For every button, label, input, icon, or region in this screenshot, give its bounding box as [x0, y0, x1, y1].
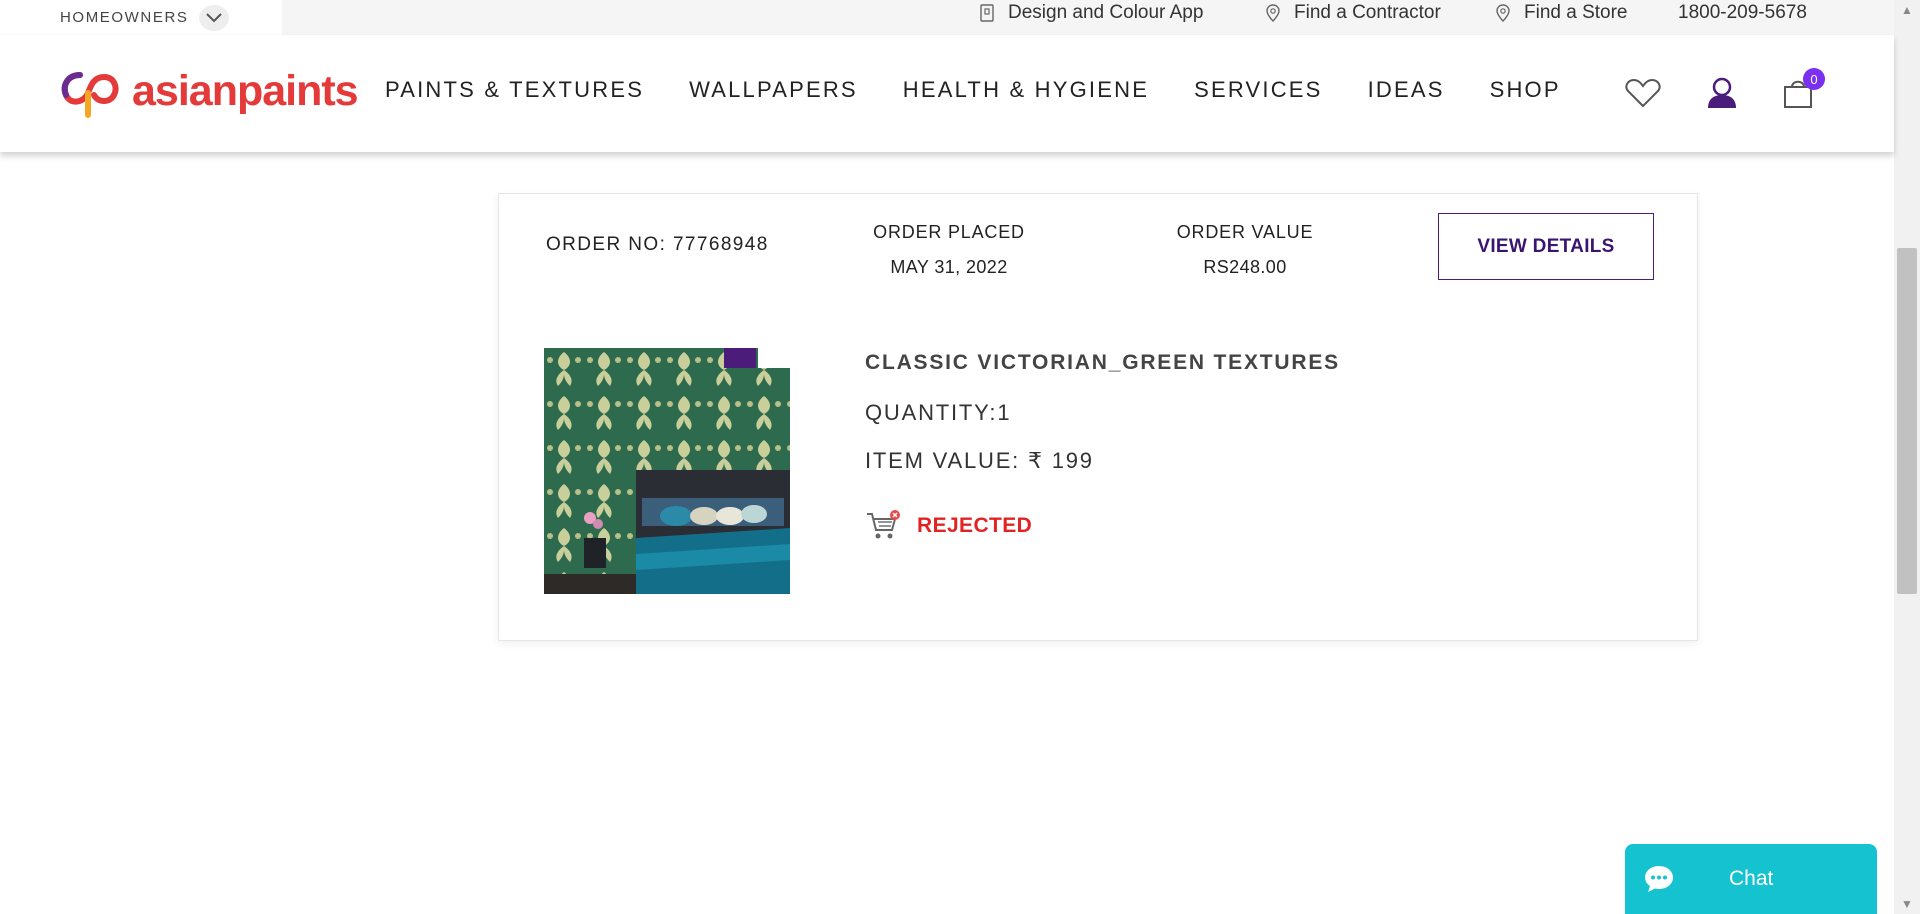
order-status: REJECTED: [865, 510, 1032, 542]
nav-shop[interactable]: SHOP: [1490, 77, 1561, 103]
brand-logo[interactable]: asianpaints: [58, 63, 359, 119]
product-title[interactable]: CLASSIC VICTORIAN_GREEN TEXTURES: [865, 351, 1340, 375]
design-app-link[interactable]: Design and Colour App: [980, 0, 1203, 26]
location-pin-icon: [1266, 4, 1280, 22]
find-contractor-link[interactable]: Find a Contractor: [1266, 0, 1441, 26]
main-header: asianpaints PAINTS & TEXTURES WALLPAPERS…: [0, 35, 1894, 152]
chat-bubble-icon: [1645, 866, 1673, 892]
order-placed-label: ORDER PLACED: [873, 222, 1025, 242]
logo-mark-icon: [61, 72, 119, 118]
segment-selector[interactable]: HOMEOWNERS: [0, 0, 282, 35]
phone-number: 1800-209-5678: [1678, 2, 1807, 23]
phone-link[interactable]: 1800-209-5678: [1678, 0, 1807, 26]
chat-label: Chat: [1729, 867, 1774, 890]
chat-button[interactable]: Chat: [1625, 844, 1877, 914]
scroll-down-icon[interactable]: ▼: [1894, 894, 1920, 914]
find-contractor-label: Find a Contractor: [1294, 2, 1441, 23]
nav-ideas[interactable]: IDEAS: [1368, 77, 1445, 103]
order-placed: ORDER PLACED MAY 31, 2022: [849, 222, 1049, 278]
status-label: REJECTED: [917, 514, 1033, 537]
order-number: ORDER NO: 77768948: [546, 234, 769, 255]
product-quantity: QUANTITY:1: [865, 400, 1012, 425]
segment-label: HOMEOWNERS: [60, 9, 189, 26]
cart-rejected-icon: [867, 510, 900, 539]
user-icon: [1708, 77, 1736, 108]
nav-wallpapers[interactable]: WALLPAPERS: [689, 77, 858, 103]
cart-count-badge: 0: [1803, 68, 1825, 90]
order-placed-value: MAY 31, 2022: [890, 257, 1008, 277]
logo-text: asianpaints: [132, 66, 359, 115]
heart-icon: [1625, 78, 1661, 108]
wishlist-button[interactable]: [1622, 72, 1664, 114]
view-details-button[interactable]: VIEW DETAILS: [1438, 213, 1654, 280]
order-value: ORDER VALUE RS248.00: [1145, 222, 1345, 278]
cart-button[interactable]: 0: [1777, 68, 1825, 114]
order-value-amount: RS248.00: [1203, 257, 1287, 277]
scrollbar-thumb[interactable]: [1897, 248, 1917, 594]
find-store-label: Find a Store: [1524, 2, 1628, 23]
nav-health-hygiene[interactable]: HEALTH & HYGIENE: [903, 77, 1149, 103]
scroll-up-icon[interactable]: ▲: [1894, 0, 1920, 20]
account-button[interactable]: [1701, 72, 1743, 114]
find-store-link[interactable]: Find a Store: [1496, 0, 1628, 26]
product-item-value: ITEM VALUE: ₹ 199: [865, 448, 1094, 473]
page-scrollbar[interactable]: ▲ ▼: [1894, 0, 1920, 914]
chevron-down-icon[interactable]: [198, 4, 229, 31]
product-image[interactable]: [544, 348, 790, 594]
page: HOMEOWNERS Design and Colour App Find a …: [0, 0, 1920, 914]
location-pin-icon: [1496, 4, 1510, 22]
utility-bar: HOMEOWNERS Design and Colour App Find a …: [0, 0, 1894, 35]
main-nav: PAINTS & TEXTURES WALLPAPERS HEALTH & HY…: [385, 77, 1606, 103]
design-app-label: Design and Colour App: [1008, 2, 1204, 23]
nav-paints-textures[interactable]: PAINTS & TEXTURES: [385, 77, 644, 103]
order-card: ORDER NO: 77768948 ORDER PLACED MAY 31, …: [498, 193, 1698, 641]
mobile-app-icon: [980, 4, 994, 22]
order-value-label: ORDER VALUE: [1176, 222, 1314, 242]
nav-services[interactable]: SERVICES: [1194, 77, 1322, 103]
